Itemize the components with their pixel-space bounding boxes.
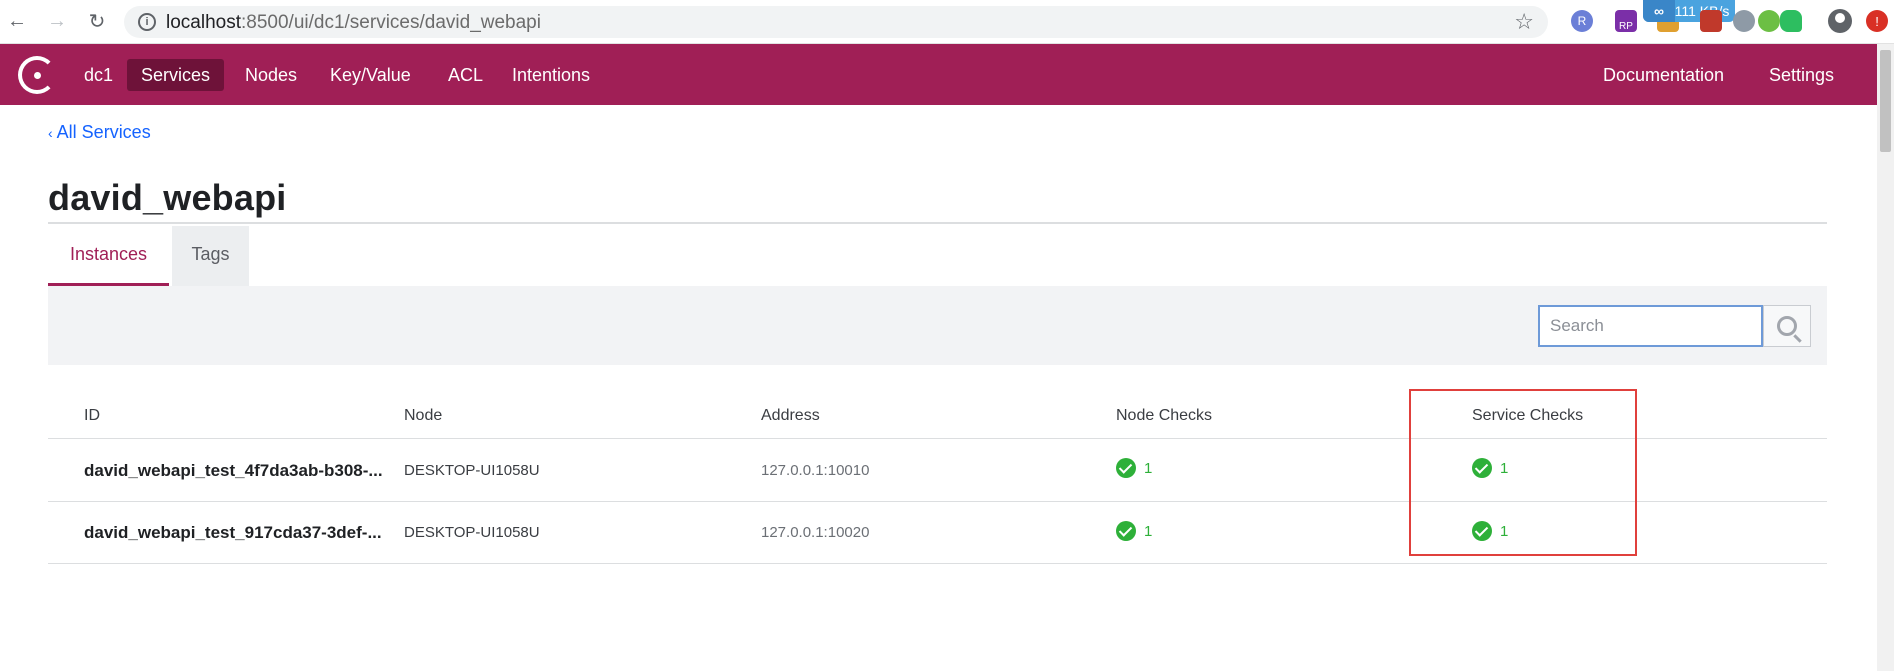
back-to-services-link[interactable]: ‹ All Services	[48, 122, 151, 143]
page-title: david_webapi	[48, 177, 287, 218]
extension-icon-3[interactable]	[1758, 10, 1780, 32]
instance-address: 127.0.0.1:10010	[761, 462, 870, 479]
tab-tags[interactable]: Tags	[172, 226, 249, 286]
bookmark-star-icon[interactable]: ☆	[1514, 9, 1534, 35]
nav-services[interactable]: Services	[127, 59, 225, 91]
check-passing-icon	[1116, 521, 1136, 541]
instance-id[interactable]: david_webapi_test_4f7da3ab-b308-...	[84, 461, 383, 481]
reload-icon[interactable]: ↻	[84, 8, 110, 34]
search-icon	[1777, 316, 1797, 336]
chevron-left-icon: ‹	[48, 125, 53, 141]
extension-icon-2[interactable]	[1700, 10, 1722, 32]
node-checks-status[interactable]: 1	[1116, 521, 1152, 541]
check-passing-icon	[1472, 458, 1492, 478]
extension-rp-label: RP	[1619, 21, 1633, 32]
column-header-address[interactable]: Address	[761, 407, 820, 425]
browser-toolbar: ← → ↻ i localhost:8500/ui/dc1/services/d…	[0, 0, 1894, 44]
title-divider	[48, 222, 1827, 224]
forward-arrow-icon[interactable]: →	[44, 8, 70, 34]
nav-settings[interactable]: Settings	[1755, 59, 1848, 91]
column-header-node-checks[interactable]: Node Checks	[1116, 407, 1212, 425]
service-checks-count: 1	[1500, 522, 1509, 540]
evernote-icon[interactable]	[1780, 10, 1802, 32]
back-link-label: All Services	[56, 122, 151, 142]
row-divider	[48, 501, 1827, 502]
nav-documentation[interactable]: Documentation	[1589, 59, 1738, 91]
infinity-extension-icon[interactable]: ∞	[1643, 0, 1675, 22]
consul-logo-icon[interactable]	[18, 56, 56, 94]
datacenter-selector[interactable]: dc1	[70, 59, 127, 91]
instance-node[interactable]: DESKTOP-UI1058U	[404, 462, 540, 479]
column-header-node[interactable]: Node	[404, 407, 442, 425]
extension-r-letter: R	[1577, 14, 1587, 28]
url-host: localhost	[166, 12, 241, 33]
search-input[interactable]	[1538, 305, 1763, 347]
nav-intentions[interactable]: Intentions	[498, 59, 604, 91]
app-header: dc1 Services Nodes Key/Value ACL Intenti…	[0, 44, 1894, 105]
column-header-service-checks[interactable]: Service Checks	[1472, 407, 1583, 425]
extension-rp-icon[interactable]: RP	[1615, 10, 1637, 32]
service-checks-status[interactable]: 1	[1472, 458, 1508, 478]
service-checks-count: 1	[1500, 459, 1509, 477]
tab-instances[interactable]: Instances	[48, 226, 170, 286]
address-bar[interactable]: i localhost:8500/ui/dc1/services/david_w…	[124, 6, 1548, 38]
nav-acl[interactable]: ACL	[434, 59, 497, 91]
gear-extension-icon[interactable]	[1733, 10, 1755, 32]
row-divider	[48, 563, 1827, 564]
header-divider	[48, 438, 1827, 439]
service-checks-status[interactable]: 1	[1472, 521, 1508, 541]
url-text[interactable]: localhost:8500/ui/dc1/services/david_web…	[166, 12, 541, 34]
node-checks-count: 1	[1144, 459, 1153, 477]
back-arrow-icon[interactable]: ←	[4, 8, 30, 34]
node-checks-status[interactable]: 1	[1116, 458, 1152, 478]
extension-r-icon[interactable]: R	[1571, 10, 1593, 32]
column-header-id[interactable]: ID	[84, 407, 100, 425]
update-icon[interactable]: !	[1866, 10, 1888, 32]
nav-nodes[interactable]: Nodes	[231, 59, 311, 91]
nav-key-value[interactable]: Key/Value	[316, 59, 425, 91]
profile-avatar-icon[interactable]	[1828, 9, 1852, 33]
instance-id[interactable]: david_webapi_test_917cda37-3def-...	[84, 523, 382, 543]
url-path: :8500/ui/dc1/services/david_webapi	[241, 12, 541, 33]
instance-address: 127.0.0.1:10020	[761, 524, 870, 541]
scrollbar-thumb[interactable]	[1880, 50, 1891, 152]
instance-node[interactable]: DESKTOP-UI1058U	[404, 524, 540, 541]
page-scrollbar[interactable]	[1877, 44, 1894, 671]
check-passing-icon	[1472, 521, 1492, 541]
infinity-glyph: ∞	[1654, 3, 1664, 19]
site-info-icon[interactable]: i	[138, 13, 156, 31]
search-button[interactable]	[1763, 305, 1811, 347]
check-passing-icon	[1116, 458, 1136, 478]
node-checks-count: 1	[1144, 522, 1153, 540]
